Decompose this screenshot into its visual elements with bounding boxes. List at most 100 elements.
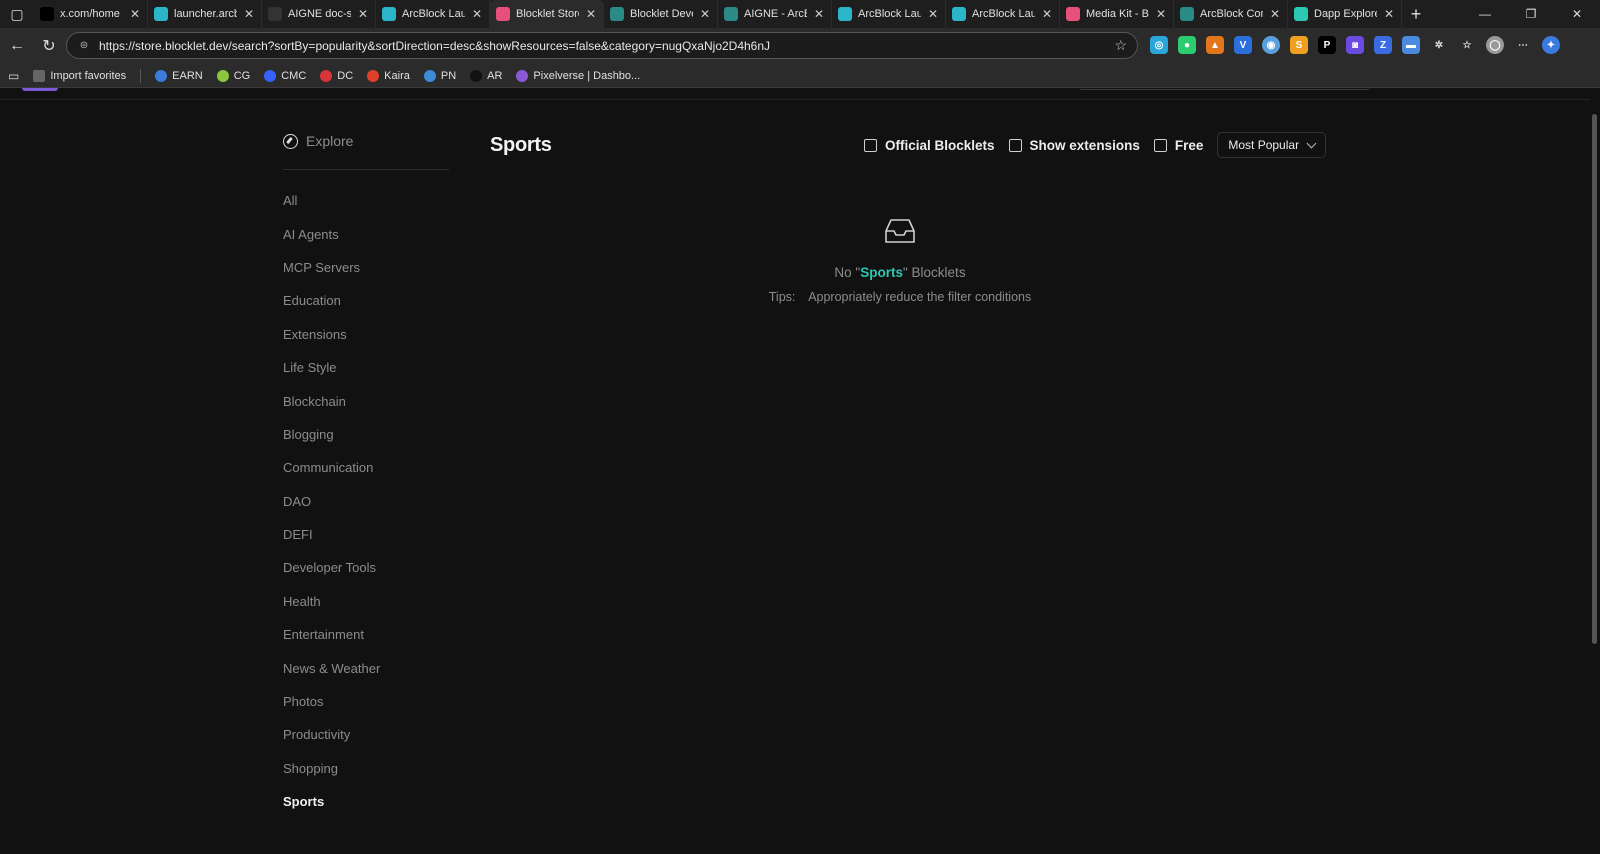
bookmark-item[interactable]: CG bbox=[216, 69, 250, 82]
category-item[interactable]: DAO bbox=[283, 485, 449, 518]
extension-7-icon[interactable]: P bbox=[1318, 36, 1336, 54]
extensions-puzzle-icon[interactable]: ✲ bbox=[1430, 36, 1448, 54]
tab-title: AIGNE - ArcBlo bbox=[744, 8, 807, 20]
minimize-icon[interactable]: — bbox=[1462, 0, 1508, 28]
tab-2[interactable]: AIGNE doc-sm ✕ bbox=[262, 0, 376, 28]
extension-10-icon[interactable]: ▬ bbox=[1402, 36, 1420, 54]
more-menu-icon[interactable]: ⋯ bbox=[1514, 36, 1532, 54]
category-item[interactable]: Life Style bbox=[283, 351, 449, 384]
category-item[interactable]: Sports bbox=[283, 785, 449, 818]
address-bar[interactable]: ⊜ https://store.blocklet.dev/search?sort… bbox=[66, 32, 1138, 59]
favorites-icon[interactable]: ☆ bbox=[1458, 36, 1476, 54]
site-search-box[interactable] bbox=[1080, 88, 1370, 90]
category-item[interactable]: Blockchain bbox=[283, 384, 449, 417]
bookmark-item[interactable]: DC bbox=[320, 69, 353, 82]
tab-close-icon[interactable]: ✕ bbox=[1041, 7, 1053, 21]
bookmark-item[interactable]: Import favorites bbox=[33, 69, 126, 82]
tab-7[interactable]: ArcBlock Launc ✕ bbox=[832, 0, 946, 28]
extension-8-icon[interactable]: ◙ bbox=[1346, 36, 1364, 54]
new-tab-button[interactable]: + bbox=[1402, 0, 1430, 28]
bookmark-item[interactable]: CMC bbox=[264, 69, 306, 82]
tab-actions-icon[interactable]: ▢ bbox=[0, 0, 34, 28]
close-window-icon[interactable]: ✕ bbox=[1554, 0, 1600, 28]
category-item[interactable]: Entertainment bbox=[283, 618, 449, 651]
profile-avatar[interactable]: ◯ bbox=[1486, 36, 1504, 54]
show-extensions-checkbox[interactable]: Show extensions bbox=[1008, 138, 1140, 153]
tab-close-icon[interactable]: ✕ bbox=[1155, 7, 1167, 21]
extension-9-icon[interactable]: Z bbox=[1374, 36, 1392, 54]
tab-4[interactable]: Blocklet Store ✕ bbox=[490, 0, 604, 28]
restore-icon[interactable]: ❐ bbox=[1508, 0, 1554, 28]
sort-dropdown[interactable]: Most Popular bbox=[1217, 132, 1327, 158]
empty-prefix: No " bbox=[834, 265, 861, 280]
metamask-icon[interactable]: ▲ bbox=[1206, 36, 1224, 54]
collections-icon[interactable]: ▭ bbox=[8, 69, 19, 83]
free-checkbox[interactable]: Free bbox=[1153, 138, 1203, 153]
tab-1[interactable]: launcher.arcbl ✕ bbox=[148, 0, 262, 28]
copilot-icon[interactable]: ✦ bbox=[1542, 36, 1560, 54]
tab-strip: ▢ x.com/home✕launcher.arcbl✕AIGNE doc-sm… bbox=[0, 0, 1600, 28]
tab-8[interactable]: ArcBlock Launc ✕ bbox=[946, 0, 1060, 28]
category-item[interactable]: Communication bbox=[283, 451, 449, 484]
tab-close-icon[interactable]: ✕ bbox=[1383, 7, 1395, 21]
category-item[interactable]: AI Agents bbox=[283, 217, 449, 250]
category-item[interactable]: Shopping bbox=[283, 752, 449, 785]
import-folder-icon bbox=[33, 69, 46, 82]
tab-5[interactable]: Blocklet Develo ✕ bbox=[604, 0, 718, 28]
tab-close-icon[interactable]: ✕ bbox=[243, 7, 255, 21]
url-text[interactable]: https://store.blocklet.dev/search?sortBy… bbox=[99, 39, 1114, 53]
tab-11[interactable]: Dapp Explore ✕ bbox=[1288, 0, 1402, 28]
site-info-icon[interactable]: ⊜ bbox=[77, 39, 91, 53]
category-item[interactable]: All bbox=[283, 184, 449, 217]
tab-9[interactable]: Media Kit - Blo ✕ bbox=[1060, 0, 1174, 28]
extension-6-icon[interactable]: S bbox=[1290, 36, 1308, 54]
bookmark-item[interactable]: EARN bbox=[155, 69, 203, 82]
category-item[interactable]: Extensions bbox=[283, 318, 449, 351]
favorite-star-icon[interactable]: ☆ bbox=[1114, 37, 1127, 54]
extension-5-icon[interactable]: ◉ bbox=[1262, 36, 1280, 54]
category-item[interactable]: Blogging bbox=[283, 418, 449, 451]
site-logo[interactable] bbox=[22, 88, 58, 91]
github-icon bbox=[268, 7, 282, 21]
kaira-icon bbox=[367, 69, 380, 82]
back-icon[interactable]: ← bbox=[2, 31, 32, 61]
tab-title: Blocklet Develo bbox=[630, 8, 693, 20]
tab-3[interactable]: ArcBlock Launc ✕ bbox=[376, 0, 490, 28]
bookmark-label: AR bbox=[487, 69, 503, 82]
page-scrollbar[interactable] bbox=[1592, 114, 1597, 644]
bookmark-item[interactable]: Pixelverse | Dashbo... bbox=[516, 69, 640, 82]
official-blocklets-checkbox[interactable]: Official Blocklets bbox=[864, 138, 995, 153]
tab-close-icon[interactable]: ✕ bbox=[357, 7, 369, 21]
checkbox-box[interactable] bbox=[864, 138, 877, 152]
extension-2-icon[interactable]: ● bbox=[1178, 36, 1196, 54]
category-item[interactable]: MCP Servers bbox=[283, 251, 449, 284]
tab-close-icon[interactable]: ✕ bbox=[471, 7, 483, 21]
category-item[interactable]: Developer Tools bbox=[283, 551, 449, 584]
bookmark-item[interactable]: PN bbox=[423, 69, 456, 82]
tab-close-icon[interactable]: ✕ bbox=[1269, 7, 1281, 21]
explore-link[interactable]: Explore bbox=[283, 128, 449, 154]
checkbox-box[interactable] bbox=[1008, 138, 1022, 152]
category-item[interactable]: Education bbox=[283, 284, 449, 317]
checkbox-box[interactable] bbox=[1153, 138, 1167, 152]
extension-4-icon[interactable]: V bbox=[1234, 36, 1252, 54]
category-item[interactable]: News & Weather bbox=[283, 651, 449, 684]
category-item[interactable]: Photos bbox=[283, 685, 449, 718]
refresh-icon[interactable]: ↻ bbox=[34, 31, 64, 61]
tab-10[interactable]: ArcBlock Comm ✕ bbox=[1174, 0, 1288, 28]
tab-6[interactable]: AIGNE - ArcBlo ✕ bbox=[718, 0, 832, 28]
tab-close-icon[interactable]: ✕ bbox=[699, 7, 711, 21]
extension-1-icon[interactable]: ◎ bbox=[1150, 36, 1168, 54]
arcblock-community-icon bbox=[1180, 7, 1194, 21]
bookmark-item[interactable]: AR bbox=[470, 69, 503, 82]
tab-0[interactable]: x.com/home ✕ bbox=[34, 0, 148, 28]
tab-title: x.com/home bbox=[60, 8, 120, 20]
bookmark-item[interactable]: Kaira bbox=[367, 69, 410, 82]
tab-close-icon[interactable]: ✕ bbox=[813, 7, 825, 21]
category-item[interactable]: Productivity bbox=[283, 718, 449, 751]
tab-close-icon[interactable]: ✕ bbox=[927, 7, 939, 21]
category-item[interactable]: DEFI bbox=[283, 518, 449, 551]
tab-close-icon[interactable]: ✕ bbox=[585, 7, 597, 21]
category-item[interactable]: Health bbox=[283, 585, 449, 618]
tab-close-icon[interactable]: ✕ bbox=[129, 7, 141, 21]
